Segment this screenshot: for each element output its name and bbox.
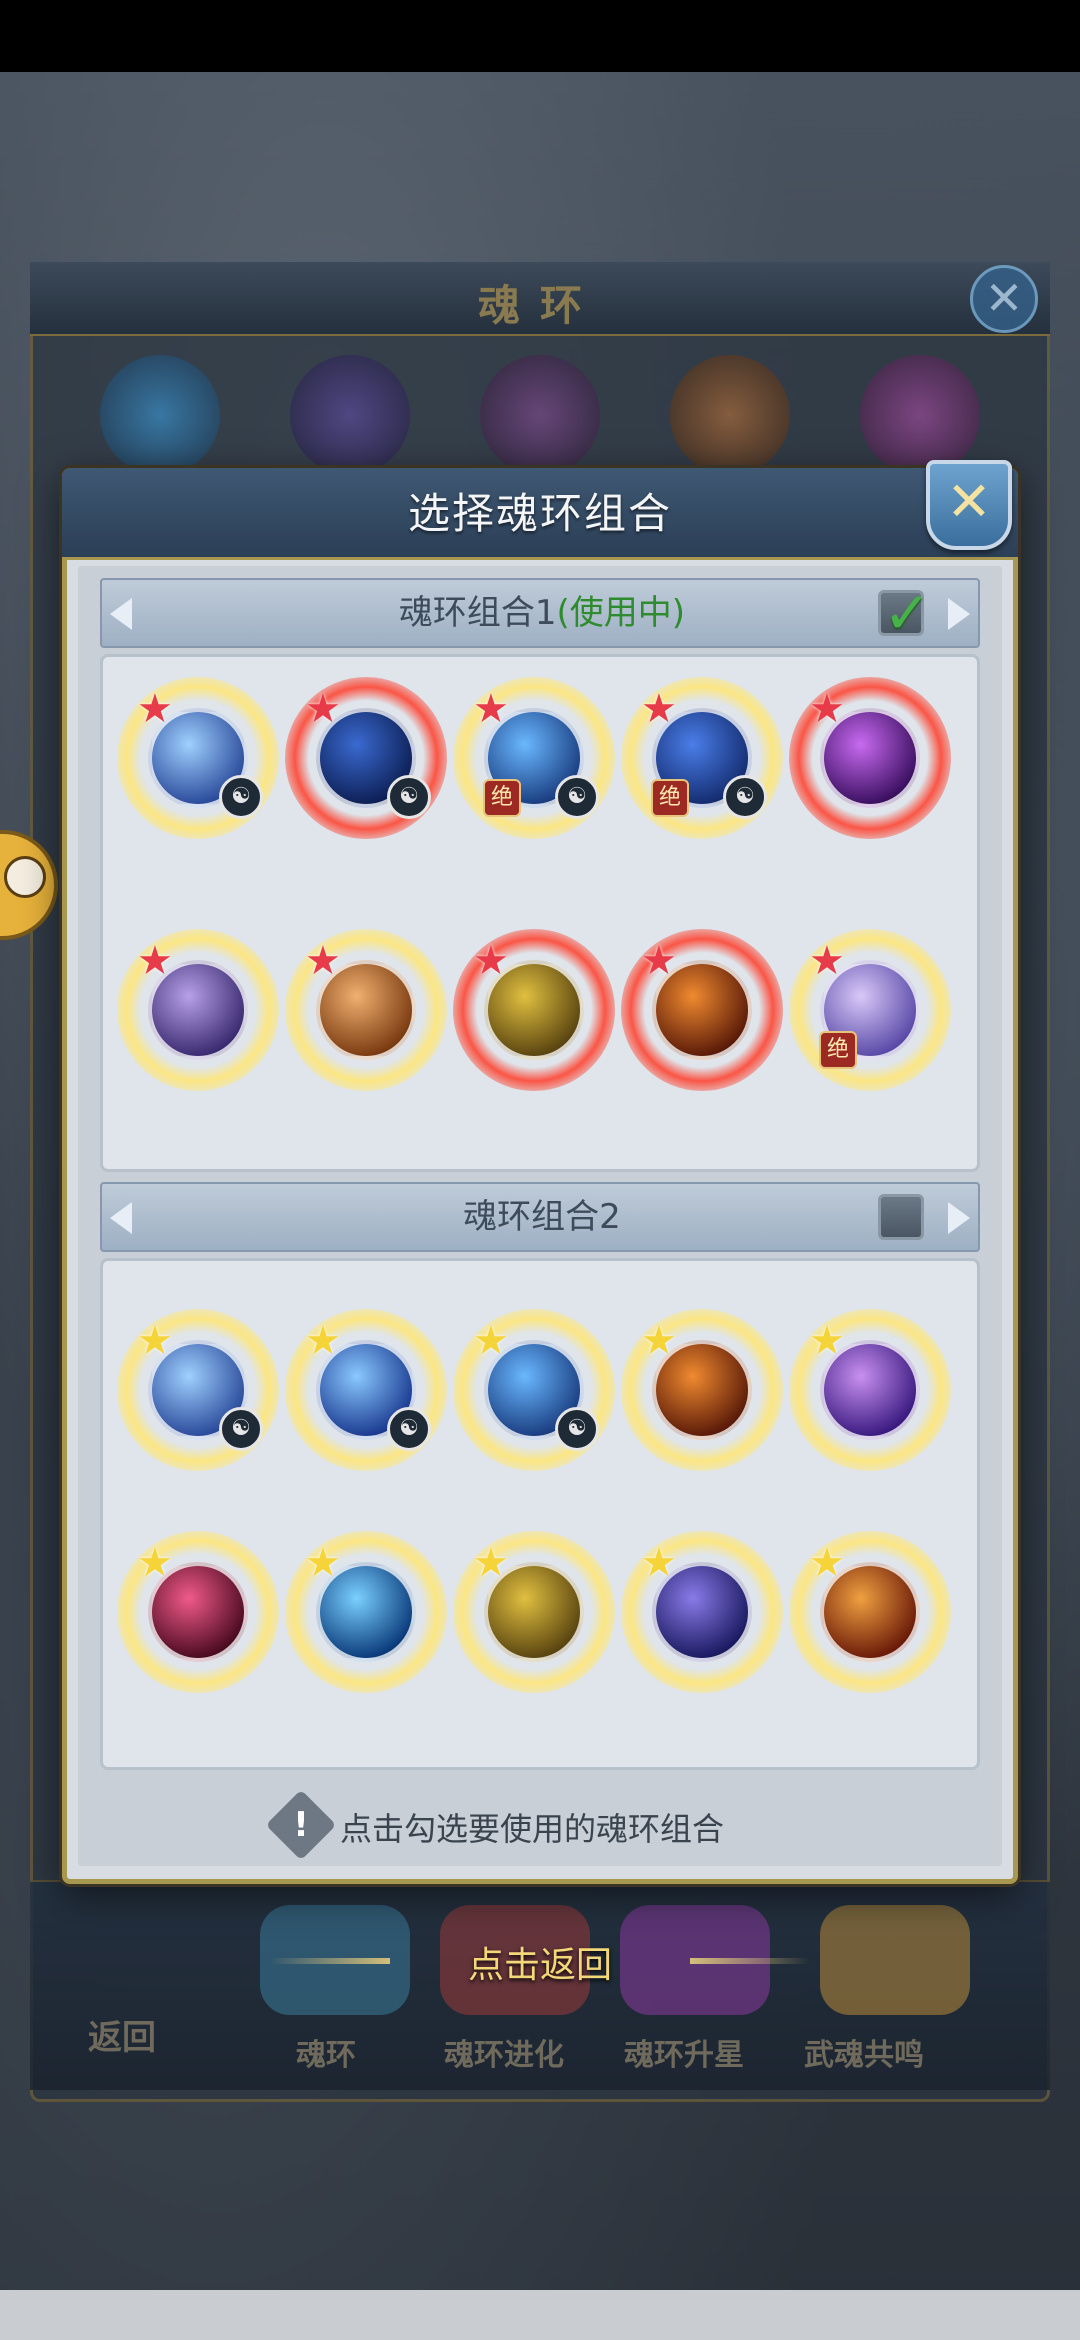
red-star-icon: ★: [137, 686, 173, 732]
purple-lightning-ring-icon[interactable]: ★: [789, 1309, 951, 1471]
skill-badge-icon: ☯: [555, 1407, 599, 1451]
close-icon: ✕: [946, 470, 992, 533]
purple-dragon-ring-icon[interactable]: ★: [117, 929, 279, 1091]
red-star-icon: ★: [473, 686, 509, 732]
group-2-checkbox[interactable]: [878, 1194, 924, 1240]
group-2-header[interactable]: 魂环组合2: [100, 1182, 980, 1252]
wing-ornament-right: [690, 1958, 810, 1964]
purple-bird-ring-icon[interactable]: ★: [621, 1531, 783, 1693]
background-orb: [860, 355, 980, 475]
check-icon: ✓: [883, 579, 932, 647]
fire-demon-ring-icon[interactable]: ★: [621, 929, 783, 1091]
red-star-icon: ★: [305, 686, 341, 732]
red-star-icon: ★: [305, 938, 341, 984]
skill-badge-icon: ☯: [219, 1407, 263, 1451]
red-star-icon: ★: [641, 938, 677, 984]
close-button[interactable]: ✕: [926, 460, 1012, 550]
group-1-title: 魂环组合1(使用中): [102, 580, 982, 646]
pink-slash-ring-icon[interactable]: ★: [117, 1531, 279, 1693]
dialog-title: 选择魂环组合: [407, 489, 672, 538]
blue-dragon-ring-icon[interactable]: ★ ☯: [285, 677, 447, 839]
gold-star-icon: ★: [137, 1318, 173, 1364]
blue-lightning-ring-icon[interactable]: ★ ☯: [285, 1309, 447, 1471]
skill-badge-icon: ☯: [387, 775, 431, 819]
gold-star-icon: ★: [137, 1540, 173, 1586]
tap-to-return-text[interactable]: 点击返回: [380, 1936, 700, 1988]
right-arrow-ornament: [948, 598, 970, 630]
background-orb: [670, 355, 790, 475]
golden-fist-ring-icon[interactable]: ★: [453, 1531, 615, 1693]
red-star-icon: ★: [473, 938, 509, 984]
skill-badge-icon: ☯: [555, 775, 599, 819]
exclamation-icon: !: [293, 1805, 309, 1845]
gold-star-icon: ★: [473, 1540, 509, 1586]
gold-star-icon: ★: [641, 1540, 677, 1586]
background-orb: [290, 355, 410, 475]
red-star-icon: ★: [137, 938, 173, 984]
skill-badge-icon: ☯: [219, 775, 263, 819]
background-close-icon: ✕: [970, 265, 1038, 333]
golden-fist-ring-icon[interactable]: ★: [453, 929, 615, 1091]
group-1-checkbox[interactable]: ✓: [878, 579, 932, 647]
skill-badge-icon: ☯: [387, 1407, 431, 1451]
wing-ornament-left: [270, 1958, 390, 1964]
right-arrow-ornament: [948, 1202, 970, 1234]
background-nav-icon: [820, 1905, 970, 2015]
background-window-title: 魂环: [477, 281, 602, 330]
red-star-icon: ★: [809, 938, 845, 984]
orange-dragon-ring-icon[interactable]: ★: [285, 929, 447, 1091]
purple-energy-ring-icon[interactable]: ★: [789, 677, 951, 839]
group-1-status: (使用中): [556, 593, 686, 633]
group-2-title: 魂环组合2: [463, 1197, 621, 1237]
lightning-ring-icon[interactable]: ★ 绝: [789, 929, 951, 1091]
background-nav-item: 魂环进化: [444, 2038, 564, 2073]
background-nav-back: 返回: [88, 2018, 156, 2058]
gold-star-icon: ★: [305, 1318, 341, 1364]
group-1-header[interactable]: 魂环组合1(使用中): [100, 578, 980, 648]
hint-text: 点击勾选要使用的魂环组合: [340, 1810, 725, 1848]
group-1-name: 魂环组合1: [398, 593, 557, 633]
fire-fist-ring-icon[interactable]: ★: [789, 1531, 951, 1693]
ice-dragon-ring-icon[interactable]: ★ ☯: [117, 677, 279, 839]
avatar-icon: [4, 856, 46, 898]
background-orb: [480, 355, 600, 475]
gold-star-icon: ★: [641, 1318, 677, 1364]
background-orb: [100, 355, 220, 475]
water-dragon-ring-icon[interactable]: ★ ☯ 绝: [453, 677, 615, 839]
ice-dragon-ring-icon[interactable]: ★ ☯: [117, 1309, 279, 1471]
jue-badge: 绝: [651, 779, 689, 817]
jue-badge: 绝: [819, 1031, 857, 1069]
gold-star-icon: ★: [809, 1540, 845, 1586]
background-nav-item: 武魂共鸣: [804, 2038, 924, 2073]
skill-badge-icon: ☯: [723, 775, 767, 819]
background-nav-item: 魂环升星: [624, 2038, 744, 2073]
sea-dragon-ring-icon[interactable]: ★ ☯ 绝: [621, 677, 783, 839]
red-star-icon: ★: [641, 686, 677, 732]
blue-vortex-ring-icon[interactable]: ★: [285, 1531, 447, 1693]
gold-star-icon: ★: [305, 1540, 341, 1586]
background-nav-item: 魂环: [296, 2038, 356, 2073]
water-dragon-ring-icon[interactable]: ★ ☯: [453, 1309, 615, 1471]
status-bar: [0, 0, 1080, 72]
fire-demon-ring-icon[interactable]: ★: [621, 1309, 783, 1471]
gold-star-icon: ★: [473, 1318, 509, 1364]
jue-badge: 绝: [483, 779, 521, 817]
bottom-band: [0, 2290, 1080, 2340]
gold-star-icon: ★: [809, 1318, 845, 1364]
red-star-icon: ★: [809, 686, 845, 732]
